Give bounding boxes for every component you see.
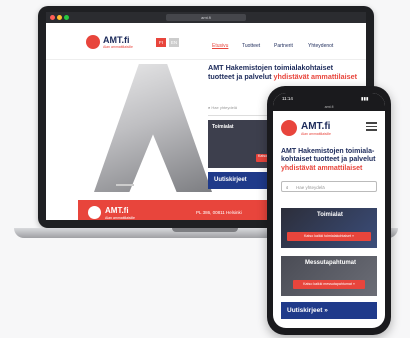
phone-logo-tagline: Alan ammattilaisille	[301, 132, 331, 136]
footer-logo-tagline: Alan ammattilaisille	[105, 216, 135, 220]
desktop-hero-title-accent: yhdistävät ammattilaiset	[273, 71, 358, 81]
phone-time: 11:14	[282, 96, 293, 101]
search-icon: ⌕	[208, 105, 211, 110]
phone-logo-icon[interactable]	[281, 120, 297, 136]
lang-fi-button[interactable]: FI	[156, 38, 166, 47]
phone-card2-button[interactable]: Katso kaikki messutapahtumat »	[293, 280, 365, 289]
phone-search-placeholder: Hae yhteydelä	[296, 185, 325, 190]
lang-en-button[interactable]: EN	[169, 38, 179, 47]
phone-uutiskirjeet[interactable]: Uutiskirjeet »	[281, 302, 377, 319]
desktop-url-bar[interactable]: amt.fi	[166, 14, 246, 21]
phone-card2-label: Messutapahtumat	[305, 260, 357, 266]
footer-address: PL 386, 00811 Helsinki	[196, 210, 242, 215]
phone-hero-title: AMT Hakemistojen toimiala-kohtaiset tuot…	[281, 148, 381, 173]
phone-card-toimialat[interactable]: Toimialat Katso kaikki toimialakohtaiset…	[281, 208, 377, 248]
desktop-hero-title: AMT Hakemistojen toimialakohtaiset tuott…	[208, 63, 358, 81]
minimize-window-icon[interactable]	[57, 15, 62, 20]
hero-handshake-image	[94, 64, 212, 192]
desktop-logo-tagline: Alan ammattilaisille	[103, 45, 133, 49]
phone-search-input[interactable]: ⌕ Hae yhteydelä	[281, 181, 377, 192]
laptop-notch	[172, 228, 238, 232]
phone-card1-button[interactable]: Katso kaikki toimialakohtaiset »	[287, 232, 371, 241]
close-window-icon[interactable]	[50, 15, 55, 20]
amt-logo-icon[interactable]	[86, 35, 100, 49]
nav-tuotteet[interactable]: Tuotteet	[242, 43, 260, 49]
desktop-search-placeholder: Hae yhteydelä	[211, 105, 237, 110]
battery-icon: ▮▮▮	[361, 96, 369, 101]
phone-status-bar: 11:14 ▮▮▮	[273, 93, 385, 105]
maximize-window-icon[interactable]	[64, 15, 69, 20]
footer-logo-icon	[88, 206, 101, 219]
nav-partnerit[interactable]: Partnerit	[274, 43, 293, 49]
nav-yhteydenot[interactable]: Yhteydenot	[308, 43, 333, 49]
phone-screen: 11:14 ▮▮▮ amt.fi AMT.fi Alan ammattilais…	[273, 93, 385, 328]
footer-logo-text: AMT.fi	[105, 206, 129, 215]
hamburger-menu-icon[interactable]	[366, 122, 377, 131]
phone-logo-text[interactable]: AMT.fi	[301, 121, 330, 132]
search-icon: ⌕	[286, 185, 289, 190]
slider-dots[interactable]	[116, 184, 134, 186]
browser-toolbar: amt.fi	[46, 12, 366, 23]
phone-card1-label: Toimialat	[317, 212, 343, 218]
desktop-card-label: Toimialat	[212, 124, 234, 130]
phone-hero-title-main: AMT Hakemistojen toimiala-kohtaiset tuot…	[281, 148, 376, 164]
phone-hero-title-accent: yhdistävät ammattilaiset	[281, 164, 363, 172]
phone-card-messutapahtumat[interactable]: Messutapahtumat Katso kaikki messutapaht…	[281, 256, 377, 296]
desktop-site-header: AMT.fi Alan ammattilaisille FI EN Etusiv…	[46, 23, 366, 60]
nav-etusivu[interactable]: Etusivu	[212, 43, 228, 49]
phone-url-bar[interactable]: amt.fi	[273, 105, 385, 111]
desktop-logo-text[interactable]: AMT.fi	[103, 35, 130, 45]
